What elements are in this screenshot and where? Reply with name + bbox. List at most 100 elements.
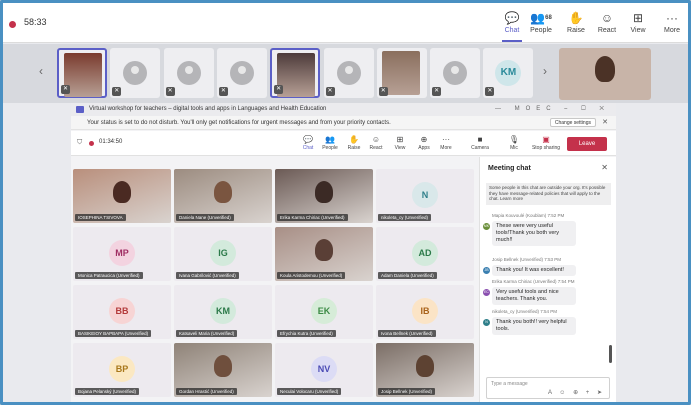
chat-button[interactable]: 💬 Chat xyxy=(496,10,528,42)
participant-tile[interactable]: Erika Karma Chiriac (Unverified) xyxy=(275,169,373,223)
dnd-notice: Your status is set to do not disturb. Yo… xyxy=(71,116,616,130)
participant-tile[interactable]: EK Efrychia Kutra (Unverified) xyxy=(275,285,373,339)
avatar: JB xyxy=(483,267,490,274)
close-icon[interactable]: ✕ xyxy=(601,163,608,172)
participant-strip: ‹ ✕ ✕ ✕ ✕ ✕ ✕ ✕ ✕ KM ✕ › xyxy=(3,44,688,103)
camera-button[interactable]: ■ Camera xyxy=(469,134,491,154)
participant-name: Ivana Gabrilović (Unverified) xyxy=(176,272,239,279)
chat-message[interactable]: Thank you! It was excellent! xyxy=(492,265,576,276)
dnd-notice-text: Your status is set to do not disturb. Yo… xyxy=(87,120,391,126)
participant-tile[interactable]: BP Bojana Pelanský (Unverified) xyxy=(73,343,171,397)
participant-name: BASIKEIOY BAPBAPA (Unverified) xyxy=(75,330,152,337)
change-settings-button[interactable]: Change settings xyxy=(549,118,596,127)
participant-tile[interactable]: AD Adam Daniela (Unverified) xyxy=(376,227,474,281)
participant-tile[interactable]: Josip Bellnek (Unverified) xyxy=(376,343,474,397)
chevron-right-icon[interactable]: › xyxy=(543,64,547,78)
button-label: React xyxy=(597,27,617,34)
participant-thumbnail[interactable]: ✕ xyxy=(323,48,374,98)
participant-thumbnail[interactable]: ✕ xyxy=(163,48,214,98)
participant-name: Efrychia Kutra (Unverified) xyxy=(277,330,336,337)
participant-tile[interactable]: Daniela Nane (Unverified) xyxy=(174,169,272,223)
chat-scrollbar[interactable] xyxy=(609,345,612,363)
participant-tile[interactable]: IB Ivona Bellnek (Unverified) xyxy=(376,285,474,339)
smile-icon: ☺ xyxy=(600,11,614,25)
participant-tile[interactable]: Koula Aristodemou (Unverified) xyxy=(275,227,373,281)
mic-muted-icon: ✕ xyxy=(432,87,442,96)
camera-icon: ■ xyxy=(477,135,483,144)
mic-muted-icon: ✕ xyxy=(218,87,228,96)
people-button[interactable]: 👥68 People xyxy=(525,10,557,38)
self-video xyxy=(559,48,651,100)
leave-button[interactable]: Leave xyxy=(567,137,607,151)
view-button[interactable]: ⊞ View xyxy=(389,134,411,154)
inner-meeting-timer: 01:34:50 xyxy=(99,139,123,145)
avatar: MK xyxy=(483,223,490,230)
participant-name: Bojana Pelanský (Unverified) xyxy=(75,388,140,395)
button-label: Camera xyxy=(471,145,489,151)
participant-name: Ivona Bellnek (Unverified) xyxy=(378,330,436,337)
message-meta: Mapia Kouvoulé (Koublam) 7:52 PM xyxy=(492,213,565,218)
view-button[interactable]: ⊞ View xyxy=(622,10,654,38)
react-button[interactable]: ☺ React xyxy=(365,134,387,154)
chat-button[interactable]: 💬 Chat xyxy=(297,134,319,154)
compose-tools[interactable]: A ☺ ⊕ + ➤ xyxy=(548,389,605,396)
chat-message[interactable]: Thank you both!! very helpful tools. xyxy=(492,317,576,335)
react-button[interactable]: ☺ React xyxy=(591,10,623,38)
participant-name: Adam Daniela (Unverified) xyxy=(378,272,437,279)
participant-thumbnail[interactable]: ✕ xyxy=(430,48,481,98)
people-button[interactable]: 👥 People xyxy=(319,134,341,154)
avatar: EC xyxy=(483,289,490,296)
participant-initials: MP xyxy=(109,240,135,266)
more-button[interactable]: ··· More xyxy=(435,134,457,154)
stop-sharing-icon: ▣ xyxy=(542,135,550,144)
participant-thumbnail[interactable]: ✕ xyxy=(216,48,267,98)
compose-box[interactable]: Type a message A ☺ ⊕ + ➤ xyxy=(486,377,610,399)
chat-message[interactable]: These were very useful tools!Thank you b… xyxy=(492,221,576,246)
message-meta: nikoleta_cy (Unverified) 7:54 PM xyxy=(492,309,558,314)
participant-tile[interactable]: MP Monica Patraucica (Unverified) xyxy=(73,227,171,281)
close-icon[interactable]: ✕ xyxy=(602,116,608,130)
participant-tile[interactable]: IG Ivana Gabrilović (Unverified) xyxy=(174,227,272,281)
stop-sharing-button[interactable]: ▣ Stop sharing xyxy=(529,134,563,154)
participant-initials: EK xyxy=(311,298,337,324)
avatar-icon xyxy=(229,61,254,85)
chevron-left-icon[interactable]: ‹ xyxy=(39,64,43,78)
participant-tile[interactable]: Gordan Hrastić (Unverified) xyxy=(174,343,272,397)
org-label: — MOEC xyxy=(494,106,557,112)
external-warning: Some people in this chat are outside you… xyxy=(486,183,611,205)
participant-initials: IB xyxy=(412,298,438,324)
participant-thumbnail[interactable]: KM ✕ xyxy=(483,48,534,98)
meeting-timer: 58:33 xyxy=(24,17,47,27)
inner-window-title: Virtual workshop for teachers – digital … xyxy=(89,106,327,112)
more-button[interactable]: ··· More xyxy=(656,10,688,38)
chat-message[interactable]: Very useful tools and nice teachers. Tha… xyxy=(492,287,576,305)
participant-tile[interactable]: BB BASIKEIOY BAPBAPA (Unverified) xyxy=(73,285,171,339)
participant-person xyxy=(214,355,232,377)
apps-button[interactable]: ⊕ Apps xyxy=(413,134,435,154)
participant-name: nikoleta_cy (Unverified) xyxy=(378,214,432,221)
button-label: Raise xyxy=(567,27,585,34)
participant-name: Josip Bellnek (Unverified) xyxy=(378,388,436,395)
window-controls[interactable]: — MOEC ⎯ ▢ ✕ xyxy=(495,103,610,116)
button-label: Stop sharing xyxy=(531,145,561,151)
participant-name: Erika Karma Chiriac (Unverified) xyxy=(277,214,348,221)
participant-tile[interactable]: NV Neculai Volocaru (Unverified) xyxy=(275,343,373,397)
participant-tile[interactable]: Nnikoleta_cy (Unverified) xyxy=(376,169,474,223)
mic-button[interactable]: 🎙 Mic xyxy=(503,134,525,154)
participant-person xyxy=(315,239,333,261)
active-tab-indicator xyxy=(502,40,522,42)
participant-initials: IG xyxy=(210,240,236,266)
button-label: People xyxy=(322,145,338,151)
raise-button[interactable]: ✋ Raise xyxy=(343,134,365,154)
participant-initials: KM xyxy=(210,298,236,324)
participant-tile[interactable]: KM Katsaveli Maria (Unverified) xyxy=(174,285,272,339)
participant-name: Katsaveli Maria (Unverified) xyxy=(176,330,238,337)
raise-button[interactable]: ✋ Raise xyxy=(560,10,592,38)
participant-initials: AD xyxy=(412,240,438,266)
participant-thumbnail[interactable]: ✕ xyxy=(270,48,321,98)
mic-muted-icon: ✕ xyxy=(378,87,388,96)
participant-thumbnail[interactable]: ✕ xyxy=(57,48,107,98)
participant-thumbnail[interactable]: ✕ xyxy=(376,48,427,98)
participant-thumbnail[interactable]: ✕ xyxy=(110,48,161,98)
participant-tile[interactable]: IOSEPHINA TSIVOVA xyxy=(73,169,171,223)
